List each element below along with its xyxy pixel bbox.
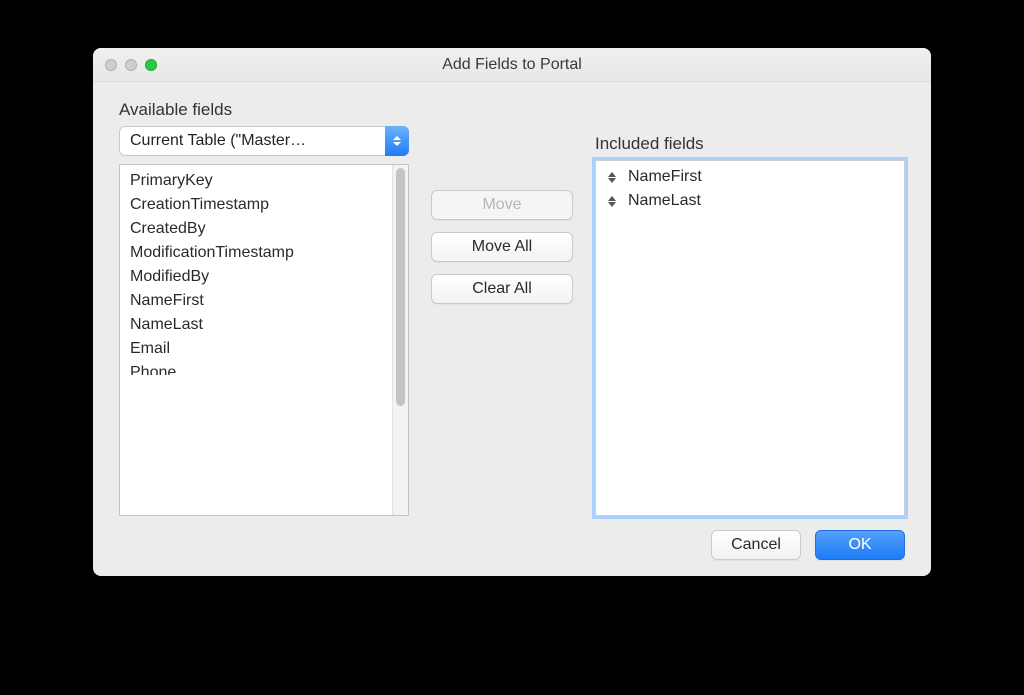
minimize-icon[interactable] bbox=[125, 59, 137, 71]
list-item[interactable]: ModifiedBy bbox=[120, 265, 392, 289]
list-item[interactable]: PrimaryKey bbox=[120, 169, 392, 193]
scrollbar-thumb[interactable] bbox=[396, 168, 405, 406]
footer: Cancel OK bbox=[119, 516, 905, 560]
drag-handle-icon[interactable] bbox=[606, 172, 618, 183]
table-selector-value: Current Table ("Master… bbox=[119, 126, 409, 156]
middle-buttons: Move Move All Clear All bbox=[431, 100, 573, 516]
table-selector[interactable]: Current Table ("Master… bbox=[119, 126, 409, 156]
included-column: Included fields NameFirst NameLast bbox=[595, 100, 905, 516]
available-list-inner: PrimaryKey CreationTimestamp CreatedBy M… bbox=[120, 165, 392, 515]
list-item[interactable]: NameFirst bbox=[596, 165, 904, 189]
ok-button[interactable]: OK bbox=[815, 530, 905, 560]
available-label: Available fields bbox=[119, 100, 409, 120]
maximize-icon[interactable] bbox=[145, 59, 157, 71]
available-listbox[interactable]: PrimaryKey CreationTimestamp CreatedBy M… bbox=[119, 164, 409, 516]
drag-handle-icon[interactable] bbox=[606, 196, 618, 207]
included-label: Included fields bbox=[595, 134, 905, 154]
list-item[interactable]: CreationTimestamp bbox=[120, 193, 392, 217]
included-listbox[interactable]: NameFirst NameLast bbox=[595, 160, 905, 516]
list-item[interactable]: Email bbox=[120, 337, 392, 361]
columns: Available fields Current Table ("Master…… bbox=[119, 100, 905, 516]
titlebar: Add Fields to Portal bbox=[93, 48, 931, 82]
list-item[interactable]: Phone bbox=[120, 361, 392, 375]
list-item[interactable]: NameLast bbox=[120, 313, 392, 337]
list-item[interactable]: ModificationTimestamp bbox=[120, 241, 392, 265]
list-item-label: NameFirst bbox=[628, 168, 702, 186]
dialog-window: Add Fields to Portal Available fields Cu… bbox=[93, 48, 931, 576]
traffic-lights bbox=[105, 59, 157, 71]
move-button[interactable]: Move bbox=[431, 190, 573, 220]
list-item[interactable]: CreatedBy bbox=[120, 217, 392, 241]
list-item[interactable]: NameLast bbox=[596, 189, 904, 213]
scrollbar[interactable] bbox=[392, 165, 408, 515]
move-all-button[interactable]: Move All bbox=[431, 232, 573, 262]
clear-all-button[interactable]: Clear All bbox=[431, 274, 573, 304]
available-column: Available fields Current Table ("Master…… bbox=[119, 100, 409, 516]
list-item[interactable]: NameFirst bbox=[120, 289, 392, 313]
close-icon[interactable] bbox=[105, 59, 117, 71]
list-item-label: NameLast bbox=[628, 192, 701, 210]
chevron-up-down-icon[interactable] bbox=[385, 126, 409, 156]
cancel-button[interactable]: Cancel bbox=[711, 530, 801, 560]
window-title: Add Fields to Portal bbox=[93, 56, 931, 74]
content-area: Available fields Current Table ("Master…… bbox=[93, 82, 931, 576]
